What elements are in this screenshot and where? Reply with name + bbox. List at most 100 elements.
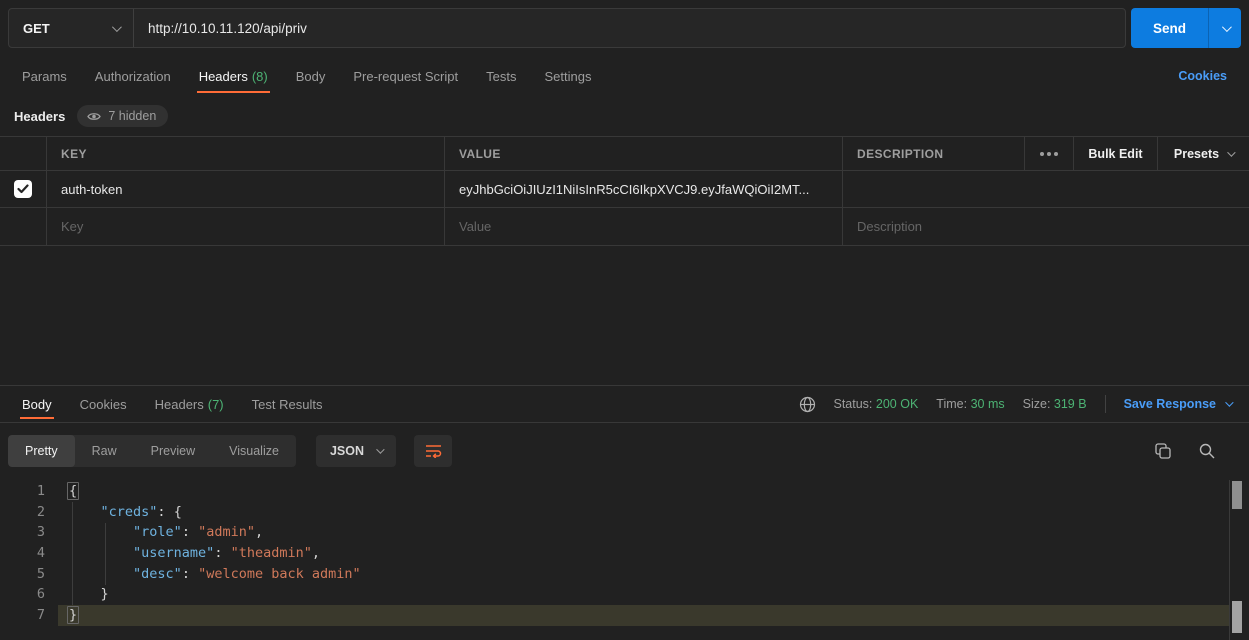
row-checkbox-cell [0,171,46,207]
divider [1105,395,1106,413]
copy-icon [1155,443,1171,459]
globe-icon[interactable] [799,396,816,413]
value-column-header: VALUE [444,137,842,170]
code-line[interactable]: 6 } [0,584,1249,605]
table-header-row: KEY VALUE DESCRIPTION Bulk Edit Presets [0,137,1249,171]
code-text: "creds": { [45,502,182,523]
check-icon [17,184,29,194]
header-value-field[interactable]: eyJhbGciOiJIUzI1NiIsInR5cCI6IkpXVCJ9.eyJ… [444,171,842,207]
tab-authorization[interactable]: Authorization [81,56,185,96]
url-container: GET http://10.10.11.120/api/priv [8,8,1126,48]
new-description-field[interactable]: Description [842,208,1249,245]
view-mode-switcher: Pretty Raw Preview Visualize [8,435,296,467]
more-actions-icon [1040,152,1058,156]
wrap-text-icon [425,444,442,458]
postman-app: GET http://10.10.11.120/api/priv Send Pa… [0,0,1249,640]
table-row: auth-token eyJhbGciOiJIUzI1NiIsInR5cCI6I… [0,171,1249,208]
checkbox-column-header [0,137,46,170]
tab-pre-request-script[interactable]: Pre-request Script [339,56,472,96]
line-number: 3 [0,522,45,543]
line-number: 1 [0,481,45,502]
hidden-headers-label: 7 hidden [108,109,156,123]
headers-subheader: Headers 7 hidden [0,96,1249,136]
eye-icon [87,111,101,122]
chevron-down-icon [376,445,384,453]
bulk-edit-button[interactable]: Bulk Edit [1073,137,1157,170]
code-text: } [45,605,78,626]
tab-headers[interactable]: Headers (8) [185,56,282,96]
response-toolbar: Pretty Raw Preview Visualize JSON [0,423,1249,478]
method-label: GET [23,21,50,36]
table-row-empty: Key Value Description [0,208,1249,245]
size-badge: Size: 319 B [1023,397,1087,411]
search-icon [1199,443,1215,459]
code-text: "desc": "welcome back admin" [45,564,361,585]
row-checkbox[interactable] [14,180,32,198]
code-text: "username": "theadmin", [45,543,320,564]
tab-params[interactable]: Params [8,56,81,96]
time-badge: Time: 30 ms [936,397,1004,411]
tab-settings[interactable]: Settings [530,56,605,96]
empty-space [0,246,1249,385]
response-headers-count-badge: (7) [208,397,224,412]
toolbar-icons [1155,443,1241,459]
response-body-viewer[interactable]: 1{2 "creds": {3 "role": "admin",4 "usern… [0,478,1249,640]
code-line[interactable]: 5 "desc": "welcome back admin" [0,564,1249,585]
response-panel: Body Cookies Headers (7) Test Results St… [0,385,1249,640]
tab-response-cookies[interactable]: Cookies [66,386,141,422]
response-meta: Status: 200 OK Time: 30 ms Size: 319 B S… [799,386,1242,422]
request-tabs-right: Cookies [1178,56,1241,96]
search-button[interactable] [1199,443,1215,459]
wrap-text-button[interactable] [414,435,452,467]
row-checkbox-cell [0,208,46,245]
more-actions-button[interactable] [1024,137,1073,170]
key-column-header: KEY [46,137,444,170]
chevron-down-icon [1221,22,1231,32]
code-line[interactable]: 4 "username": "theadmin", [0,543,1249,564]
line-number: 7 [0,605,45,626]
code-line[interactable]: 3 "role": "admin", [0,522,1249,543]
chevron-down-icon [112,22,122,32]
method-select[interactable]: GET [9,9,134,47]
send-button[interactable]: Send [1131,8,1208,48]
tab-tests[interactable]: Tests [472,56,530,96]
code-line[interactable]: 2 "creds": { [0,502,1249,523]
description-column-header: DESCRIPTION [842,137,1024,170]
line-number: 4 [0,543,45,564]
tab-body[interactable]: Body [282,56,340,96]
tab-response-body[interactable]: Body [8,386,66,422]
line-number: 6 [0,584,45,605]
format-dropdown[interactable]: JSON [316,435,396,467]
presets-dropdown[interactable]: Presets [1157,137,1249,170]
headers-table: KEY VALUE DESCRIPTION Bulk Edit Presets [0,136,1249,246]
header-description-field[interactable] [842,171,1249,207]
send-group: Send [1131,8,1241,48]
tab-test-results[interactable]: Test Results [238,386,337,422]
chevron-down-icon [1225,398,1233,406]
chevron-down-icon [1227,148,1235,156]
headers-section-title: Headers [14,109,65,124]
url-input[interactable]: http://10.10.11.120/api/priv [134,9,1125,47]
new-key-field[interactable]: Key [46,208,444,245]
send-options-button[interactable] [1208,8,1241,48]
hidden-headers-toggle[interactable]: 7 hidden [77,105,168,127]
save-response-button[interactable]: Save Response [1124,397,1231,411]
view-visualize[interactable]: Visualize [212,435,296,467]
view-pretty[interactable]: Pretty [8,435,75,467]
line-number: 2 [0,502,45,523]
request-tabs: Params Authorization Headers (8) Body Pr… [0,56,1249,96]
status-badge: Status: 200 OK [834,397,919,411]
code-text: { [45,481,78,502]
cookies-link[interactable]: Cookies [1178,69,1227,83]
tab-response-headers[interactable]: Headers (7) [141,386,238,422]
code-text: } [45,584,109,605]
headers-count-badge: (8) [252,69,268,84]
new-value-field[interactable]: Value [444,208,842,245]
code-line[interactable]: 7} [0,605,1249,626]
code-text: "role": "admin", [45,522,263,543]
view-preview[interactable]: Preview [134,435,212,467]
header-key-field[interactable]: auth-token [46,171,444,207]
view-raw[interactable]: Raw [75,435,134,467]
copy-button[interactable] [1155,443,1171,459]
code-line[interactable]: 1{ [0,481,1249,502]
